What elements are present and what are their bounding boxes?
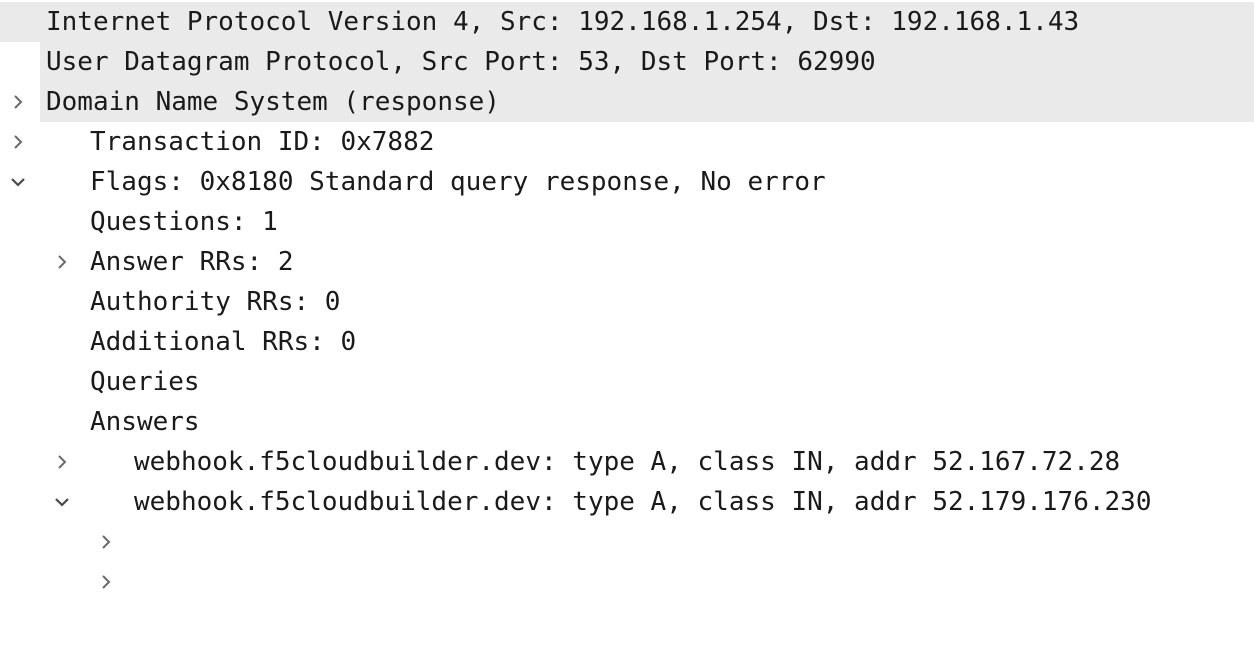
tree-row-ipv4[interactable]: Internet Protocol Version 4, Src: 192.16…: [0, 2, 1254, 109]
tree-row-label: Additional RRs: 0: [90, 327, 357, 357]
tree-row-dns[interactable]: Domain Name System (response): [0, 82, 1254, 187]
tree-row-queries[interactable]: Queries: [0, 362, 1254, 469]
tree-row-answer-item[interactable]: webhook.f5cloudbuilder.dev: type A, clas…: [0, 442, 1254, 549]
tree-row-label: Internet Protocol Version 4, Src: 192.16…: [46, 7, 1080, 37]
tree-row-flags[interactable]: Flags: 0x8180 Standard query response, N…: [0, 162, 1254, 269]
chevron-right-icon[interactable]: [52, 172, 72, 269]
tree-row-label: Flags: 0x8180 Standard query response, N…: [90, 167, 826, 197]
tree-row-additional-rrs[interactable]: Additional RRs: 0: [0, 322, 1254, 362]
tree-row-label: webhook.f5cloudbuilder.dev: type A, clas…: [134, 487, 1152, 517]
chevron-down-icon[interactable]: [8, 92, 28, 187]
chevron-right-icon[interactable]: [52, 372, 72, 469]
tree-row-label: Transaction ID: 0x7882: [90, 127, 435, 157]
tree-row-udp[interactable]: User Datagram Protocol, Src Port: 53, Ds…: [0, 42, 1254, 149]
chevron-right-icon[interactable]: [96, 452, 116, 549]
tree-row-transaction-id[interactable]: Transaction ID: 0x7882: [0, 122, 1254, 162]
tree-row-questions[interactable]: Questions: 1: [0, 202, 1254, 242]
tree-row-label: Domain Name System (response): [46, 87, 500, 117]
tree-row-label: Answers: [90, 407, 200, 437]
chevron-down-icon[interactable]: [52, 412, 72, 507]
tree-row-label: User Datagram Protocol, Src Port: 53, Ds…: [46, 47, 876, 77]
tree-row-label: webhook.f5cloudbuilder.dev: type A, clas…: [134, 447, 1121, 477]
tree-row-label: Questions: 1: [90, 207, 278, 237]
chevron-right-icon[interactable]: [96, 492, 116, 589]
tree-row-label: Answer RRs: 2: [90, 247, 294, 277]
chevron-right-icon[interactable]: [8, 12, 28, 109]
tree-row-label: Authority RRs: 0: [90, 287, 341, 317]
tree-row-answer-rrs[interactable]: Answer RRs: 2: [0, 242, 1254, 282]
tree-row-answer-item[interactable]: webhook.f5cloudbuilder.dev: type A, clas…: [0, 482, 1254, 589]
tree-row-answers[interactable]: Answers: [0, 402, 1254, 507]
tree-row-authority-rrs[interactable]: Authority RRs: 0: [0, 282, 1254, 322]
chevron-right-icon[interactable]: [8, 52, 28, 149]
tree-row-label: Queries: [90, 367, 200, 397]
